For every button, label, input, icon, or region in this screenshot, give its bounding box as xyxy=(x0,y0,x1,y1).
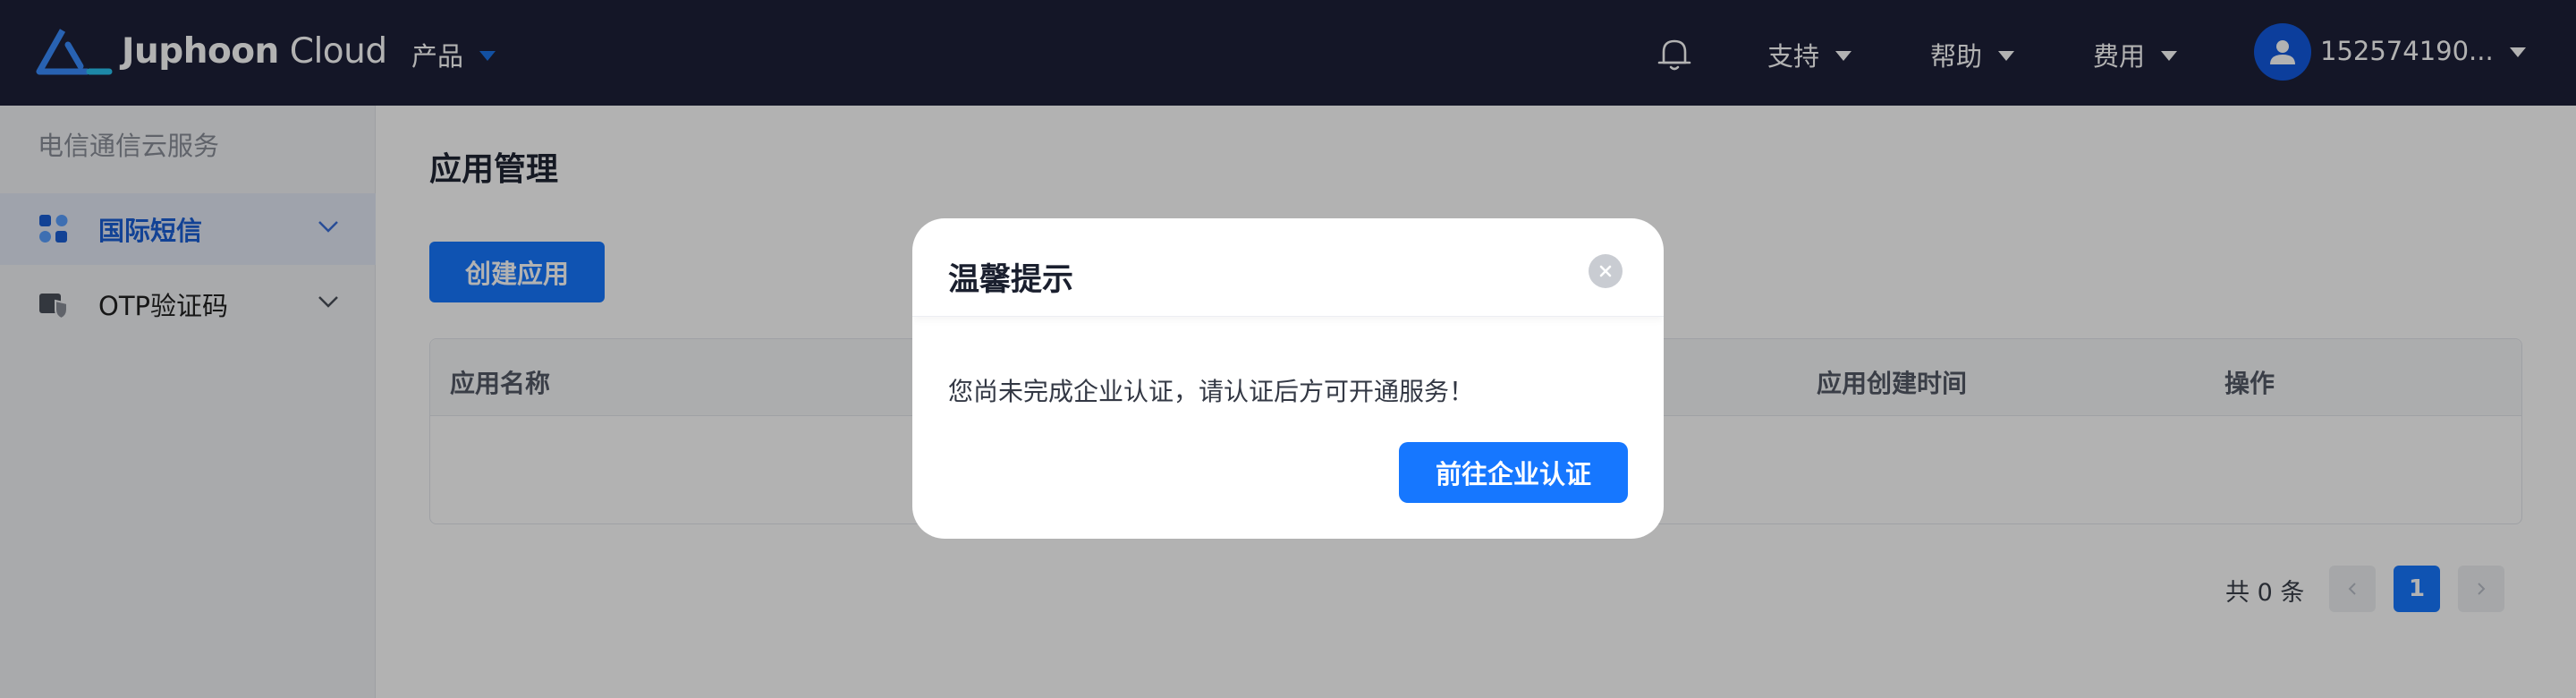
close-button[interactable] xyxy=(1589,254,1623,288)
close-icon xyxy=(1599,265,1612,277)
dialog-title: 温馨提示 xyxy=(948,262,1074,298)
dialog-message: 您尚未完成企业认证，请认证后方可开通服务！ xyxy=(948,377,1475,406)
dialog-header: 温馨提示 xyxy=(912,218,1664,317)
notice-dialog: 温馨提示 您尚未完成企业认证，请认证后方可开通服务！ 前往企业认证 xyxy=(912,218,1664,539)
go-enterprise-verification-button[interactable]: 前往企业认证 xyxy=(1399,442,1628,503)
